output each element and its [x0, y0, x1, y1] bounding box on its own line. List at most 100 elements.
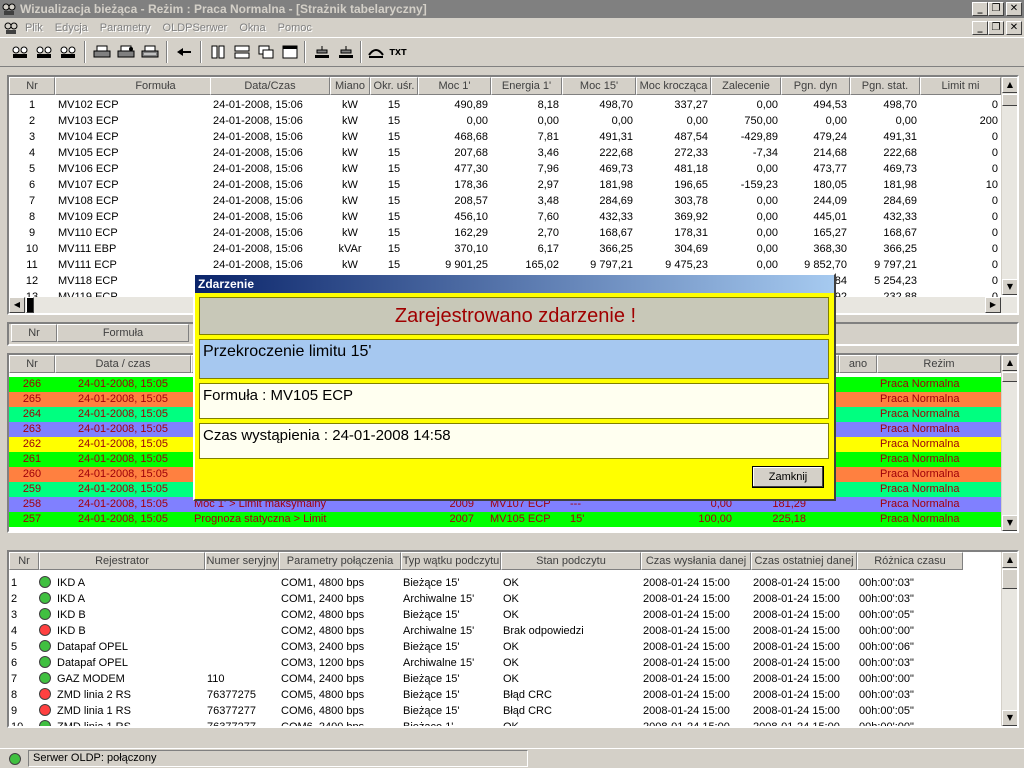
column-header[interactable]: Pgn. stat. — [850, 77, 920, 95]
scroll-down-icon[interactable]: ▼ — [1002, 279, 1017, 295]
scale-icon[interactable] — [312, 43, 332, 61]
table-row[interactable]: 1 MV102 ECP 24-01-2008, 15:06 kW 15 490,89 8,1… — [9, 97, 1001, 113]
register-diff: 00h:00':06" — [859, 641, 914, 653]
scroll-thumb[interactable] — [1002, 94, 1017, 106]
users-icon[interactable] — [58, 43, 78, 61]
register-sent: 2008-01-24 15:00 — [643, 689, 730, 701]
event-row[interactable]: 257 24-01-2008, 15:05 Prognoza statyczna >… — [9, 512, 1001, 527]
scroll-right-icon[interactable]: ▶ — [985, 297, 1001, 313]
column-header[interactable]: Czas wysłania danej — [641, 552, 751, 570]
table-cell: 24-01-2008, 15:06 — [213, 115, 303, 127]
register-row[interactable]: 2 IKD A COM1, 2400 bps Archiwalne 15' OK 2008… — [9, 591, 1001, 607]
column-header[interactable]: Stan podczytu — [501, 552, 641, 570]
menu-parametry[interactable]: Parametry — [100, 22, 151, 34]
scroll-down-icon[interactable]: ▼ — [1002, 515, 1017, 531]
tile-horizontal-icon[interactable] — [232, 43, 252, 61]
menu-plik[interactable]: Plik — [25, 22, 43, 34]
scroll-thumb[interactable] — [1002, 372, 1017, 382]
column-header[interactable]: Różnica czasu — [857, 552, 963, 570]
printer-settings-icon[interactable] — [116, 43, 136, 61]
table-row[interactable]: 5 MV106 ECP 24-01-2008, 15:06 kW 15 477,30 7,9… — [9, 161, 1001, 177]
column-header[interactable]: Reżim — [877, 355, 1001, 373]
column-header[interactable]: Nr — [9, 77, 55, 95]
maximize-button[interactable]: ❐ — [988, 2, 1004, 16]
column-header[interactable]: Zalecenie — [711, 77, 781, 95]
column-header[interactable]: Moc 15' — [562, 77, 636, 95]
event-nr: 257 — [22, 513, 42, 525]
column-header[interactable]: Rejestrator — [39, 552, 205, 570]
registers-vscrollbar[interactable]: ▲ ▼ — [1001, 552, 1017, 726]
column-header[interactable]: Okr. uśr. — [370, 77, 418, 95]
column-header[interactable]: Pgn. dyn — [781, 77, 850, 95]
table-row[interactable]: 7 MV108 ECP 24-01-2008, 15:06 kW 15 208,57 3,4… — [9, 193, 1001, 209]
register-row[interactable]: 10 ZMD linia 1 RS 76377277 COM6, 2400 bps Bi… — [9, 719, 1001, 726]
table-row[interactable]: 8 MV109 ECP 24-01-2008, 15:06 kW 15 456,10 7,6… — [9, 209, 1001, 225]
register-row[interactable]: 9 ZMD linia 1 RS 76377277 COM6, 4800 bps Bie… — [9, 703, 1001, 719]
window-icon[interactable] — [280, 43, 300, 61]
users-icon[interactable] — [10, 43, 30, 61]
close-button[interactable]: ✕ — [1006, 2, 1022, 16]
scroll-up-icon[interactable]: ▲ — [1002, 552, 1017, 568]
register-row[interactable]: 5 Datapaf OPEL COM3, 2400 bps Bieżące 15' OK… — [9, 639, 1001, 655]
table-row[interactable]: 10 MV111 EBP 24-01-2008, 15:06 kVAr 15 370,10… — [9, 241, 1001, 257]
child-close-button[interactable]: ✕ — [1006, 21, 1022, 35]
register-row[interactable]: 4 IKD B COM2, 4800 bps Archiwalne 15' Brak o… — [9, 623, 1001, 639]
arrow-left-icon[interactable] — [174, 43, 194, 61]
child-minimize-button[interactable]: _ — [972, 21, 988, 35]
column-header[interactable]: Data/Czas — [210, 77, 330, 95]
column-header[interactable]: Czas ostatniej danej — [751, 552, 857, 570]
column-header[interactable]: Nr — [9, 355, 55, 373]
table-row[interactable]: 9 MV110 ECP 24-01-2008, 15:06 kW 15 162,29 2,7… — [9, 225, 1001, 241]
register-row[interactable]: 6 Datapaf OPEL COM3, 1200 bps Archiwalne 15… — [9, 655, 1001, 671]
child-window-icon[interactable] — [3, 21, 19, 35]
text-icon[interactable]: TXT — [388, 43, 408, 61]
scroll-thumb[interactable] — [1002, 569, 1017, 589]
column-header[interactable]: Moc krocząca — [636, 77, 711, 95]
menu-pomoc[interactable]: Pomoc — [278, 22, 312, 34]
column-header-nr[interactable]: Nr — [11, 324, 57, 342]
column-header[interactable]: Numer seryjny — [205, 552, 279, 570]
table-cell: 1 — [28, 99, 36, 111]
column-header[interactable]: Moc 1' — [418, 77, 491, 95]
register-row[interactable]: 3 IKD B COM2, 4800 bps Bieżące 15' OK 2008-01… — [9, 607, 1001, 623]
scroll-left-icon[interactable]: ◀ — [9, 297, 25, 313]
menu-edycja[interactable]: Edycja — [55, 22, 88, 34]
menu-oldpserwer[interactable]: OLDPSerwer — [163, 22, 228, 34]
events-vscrollbar[interactable]: ▲ ▼ — [1001, 355, 1017, 531]
formulas-vscrollbar[interactable]: ▲ ▼ — [1001, 77, 1017, 295]
register-row[interactable]: 1 IKD A COM1, 4800 bps Bieżące 15' OK 2008-01… — [9, 575, 1001, 591]
users-icon[interactable] — [34, 43, 54, 61]
column-header[interactable]: ano — [839, 355, 877, 373]
table-row[interactable]: 2 MV103 ECP 24-01-2008, 15:06 kW 15 0,00 0,00 0… — [9, 113, 1001, 129]
register-row[interactable]: 7 GAZ MODEM 110 COM4, 2400 bps Bieżące 15' OK… — [9, 671, 1001, 687]
column-header[interactable]: Energia 1' — [491, 77, 562, 95]
scroll-down-icon[interactable]: ▼ — [1002, 710, 1017, 726]
child-restore-button[interactable]: ❐ — [988, 21, 1004, 35]
column-header[interactable]: Nr — [9, 552, 39, 570]
arch-icon[interactable] — [366, 43, 386, 61]
tile-vertical-icon[interactable] — [208, 43, 228, 61]
register-diff: 00h:00':03" — [859, 577, 914, 589]
register-row[interactable]: 8 ZMD linia 2 RS 76377275 COM5, 4800 bps Bie… — [9, 687, 1001, 703]
table-row[interactable]: 6 MV107 ECP 24-01-2008, 15:06 kW 15 178,36 2,9… — [9, 177, 1001, 193]
cascade-icon[interactable] — [256, 43, 276, 61]
table-row[interactable]: 3 MV104 ECP 24-01-2008, 15:06 kW 15 468,68 7,8… — [9, 129, 1001, 145]
scroll-up-icon[interactable]: ▲ — [1002, 355, 1017, 371]
column-header[interactable]: Typ wątku podczytu — [401, 552, 501, 570]
scroll-thumb[interactable] — [26, 297, 34, 313]
column-header[interactable]: Miano — [330, 77, 370, 95]
printer-icon[interactable] — [92, 43, 112, 61]
column-header[interactable]: Parametry połączenia — [279, 552, 401, 570]
table-row[interactable]: 11 MV111 ECP 24-01-2008, 15:06 kW 15 9 901,25… — [9, 257, 1001, 273]
menu-okna[interactable]: Okna — [239, 22, 265, 34]
table-cell: 24-01-2008, 15:06 — [213, 147, 303, 159]
table-row[interactable]: 4 MV105 ECP 24-01-2008, 15:06 kW 15 207,68 3,4… — [9, 145, 1001, 161]
scale-icon[interactable] — [336, 43, 356, 61]
column-header[interactable]: Limit mi — [920, 77, 1001, 95]
scroll-up-icon[interactable]: ▲ — [1002, 77, 1017, 93]
column-header[interactable]: Data / czas — [55, 355, 191, 373]
column-header-formula[interactable]: Formuła — [57, 324, 189, 342]
printer-list-icon[interactable] — [140, 43, 160, 61]
minimize-button[interactable]: _ — [972, 2, 988, 16]
close-dialog-button[interactable]: Zamknij — [752, 466, 824, 488]
